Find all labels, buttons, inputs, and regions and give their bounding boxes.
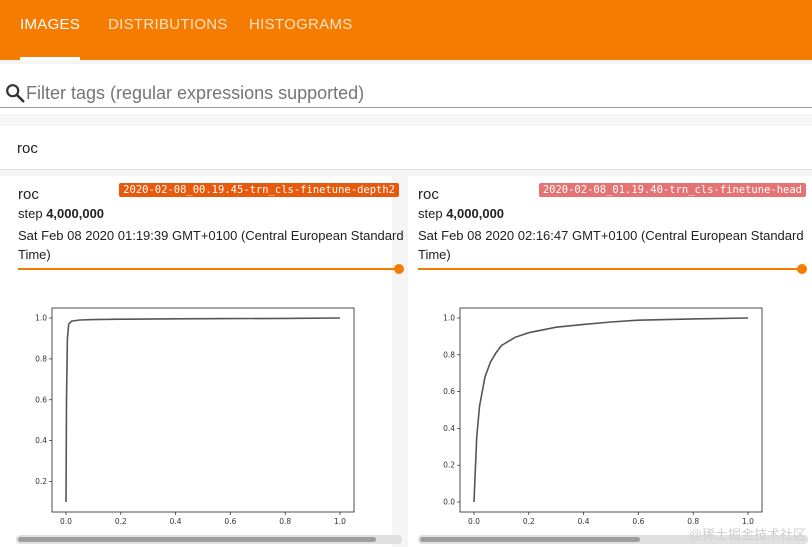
x-tick-label: 0.4 [170,517,182,526]
x-tick-label: 0.6 [224,517,236,526]
card-title: roc [418,186,439,203]
y-tick-label: 1.0 [443,314,455,323]
x-tick-label: 0.4 [578,517,590,526]
roc-chart-2: 0.0 0.2 0.4 0.6 0.8 1.00.00.20.40.60.81.0 [443,307,763,526]
card-title: roc [18,186,39,203]
image-card-1: roc 2020-02-08_00.19.45-trn_cls-finetune… [0,176,404,547]
scrollbar-thumb[interactable] [420,537,640,542]
x-tick-label: 1.0 [334,517,346,526]
timestamp: Sat Feb 08 2020 02:16:47 GMT+0100 (Centr… [418,226,808,264]
plot-frame [51,307,355,513]
roc-chart-1: 0.0 0.2 0.4 0.6 0.8 1.0 0.2 0.4 0.6 0.8 1.0 [35,307,355,526]
y-tick-label: 0.0 [443,498,455,507]
y-tick-label: 1.0 [35,314,47,323]
x-tick-label: 0.8 [279,517,291,526]
y-tick-label: 0.8 [35,354,47,363]
tab-images[interactable]: IMAGES [20,0,80,60]
timestamp-line-2: Time) [418,247,451,262]
x-tick-label: 0.2 [115,517,127,526]
y-tick-label: 0.6 [443,387,455,396]
tab-histograms[interactable]: HISTOGRAMS [249,0,353,60]
timestamp-line-2: Time) [18,247,51,262]
step-slider[interactable] [18,268,396,270]
step-label: step [18,206,43,221]
step-slider-thumb[interactable] [797,264,807,274]
active-tab-indicator [20,57,80,60]
y-tick-label: 0.4 [35,436,47,445]
image-card-2: roc 2020-02-08_01.19.40-trn_cls-finetune… [408,176,812,547]
y-tick-label: 0.8 [443,350,455,359]
x-tick-label: 0.6 [632,517,644,526]
watermark: @稀土掘金技术社区 [688,527,806,542]
y-tick-label: 0.6 [35,395,47,404]
tab-distributions-label: DISTRIBUTIONS [108,16,228,33]
x-tick-label: 0.0 [60,517,72,526]
tag-group-header[interactable] [0,126,812,170]
run-badge: 2020-02-08_01.19.40-trn_cls-finetune-hea… [538,183,806,197]
filter-underline [0,107,812,108]
y-tick-label: 0.2 [443,461,455,470]
filter-tags-input[interactable] [26,80,806,106]
y-tick-label: 0.4 [443,424,455,433]
x-tick-label: 0.2 [523,517,535,526]
tag-group-title: roc [17,140,38,157]
timestamp-line-1: Sat Feb 08 2020 02:16:47 GMT+0100 (Centr… [418,228,804,243]
step-slider-thumb[interactable] [394,264,404,274]
roc-plot-2: 0.0 0.2 0.4 0.6 0.8 1.0 0.0 0.2 0.4 0.6 0.8 1.0 [436,306,776,528]
horizontal-scrollbar[interactable] [16,535,402,544]
step-value: 4,000,000 [46,206,105,221]
y-tick-label: 0.2 [35,477,47,486]
step-value: 4,000,000 [446,206,505,221]
x-tick-label: 0.0 [468,517,480,526]
tab-histograms-label: HISTOGRAMS [249,16,353,33]
timestamp: Sat Feb 08 2020 01:19:39 GMT+0100 (Centr… [18,226,408,264]
timestamp-line-1: Sat Feb 08 2020 01:19:39 GMT+0100 (Centr… [18,228,404,243]
tab-distributions[interactable]: DISTRIBUTIONS [108,0,228,60]
scrollbar-thumb[interactable] [18,537,376,542]
tab-images-label: IMAGES [20,16,81,33]
step-slider[interactable] [418,268,802,270]
step-line: step 4,000,000 [418,206,504,221]
step-label: step [418,206,443,221]
run-badge: 2020-02-08_00.19.45-trn_cls-finetune-dep… [119,183,399,197]
search-icon [6,84,25,103]
step-line: step 4,000,000 [18,206,104,221]
plot-frame [459,307,763,513]
roc-plot-1: 0.0 0.2 0.4 0.6 0.8 1.0 0.2 0.4 0.6 0.8 1.0 [28,306,368,528]
top-app-bar: IMAGES DISTRIBUTIONS HISTOGRAMS [0,0,812,60]
